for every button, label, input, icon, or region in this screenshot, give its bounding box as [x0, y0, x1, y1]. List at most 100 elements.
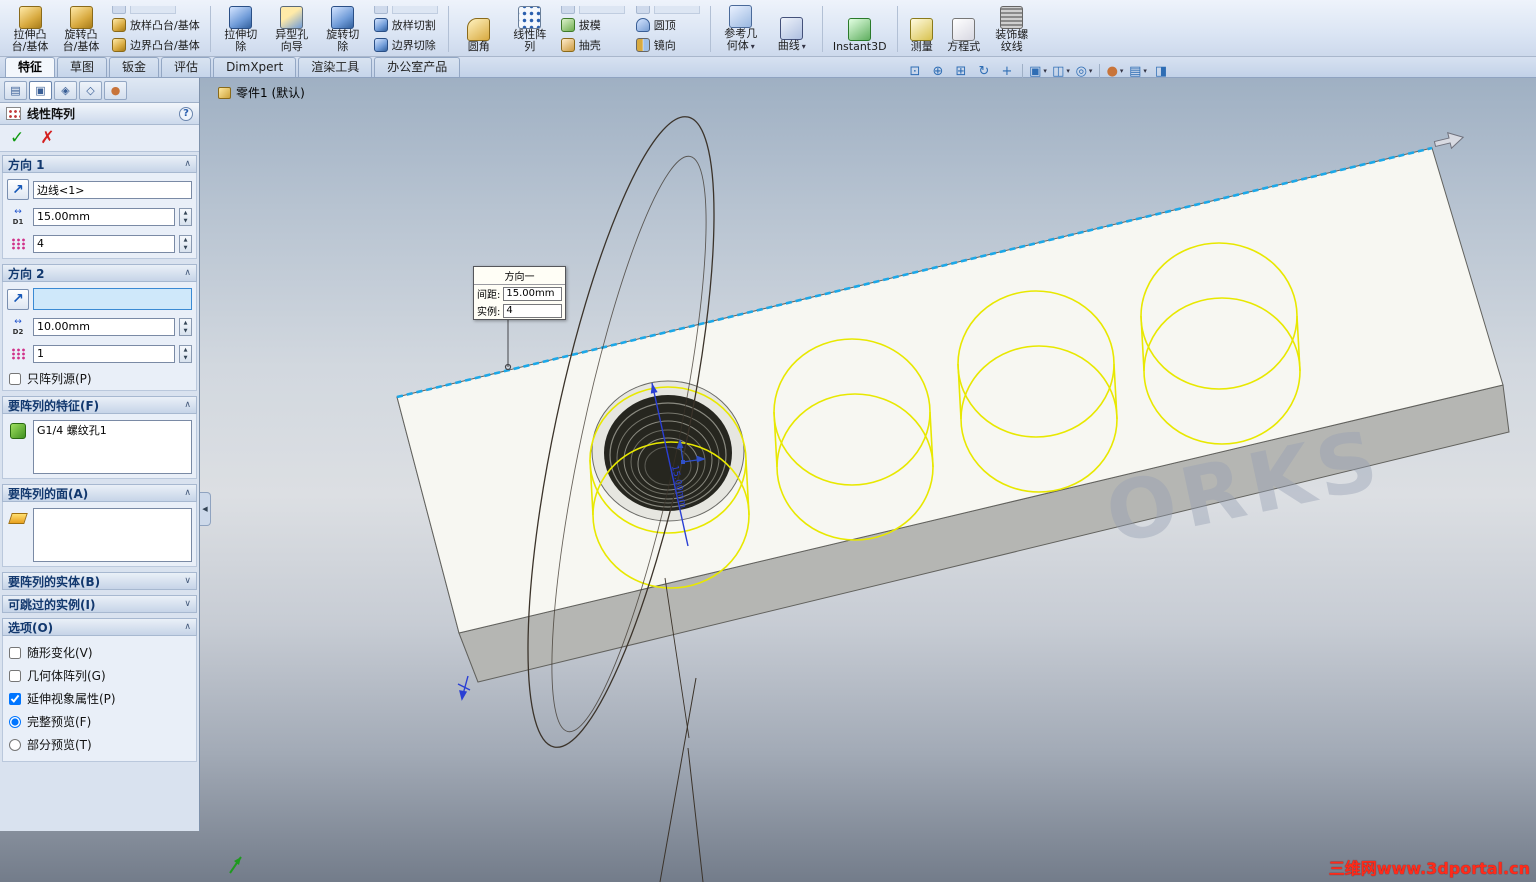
- spacing1-spinner[interactable]: ▲ ▼: [179, 207, 192, 226]
- help-icon[interactable]: ?: [179, 106, 193, 121]
- partial-preview-radio[interactable]: [9, 738, 21, 751]
- section-header-direction2[interactable]: 方向 2 ∧: [2, 264, 197, 282]
- partial-preview-option[interactable]: 部分预览(T): [9, 736, 190, 753]
- spacing2-field[interactable]: 10.00mm: [33, 317, 175, 336]
- zoom-fit-icon[interactable]: ⊡: [905, 62, 925, 81]
- section-header-bodies[interactable]: 要阵列的实体(B) ∨: [2, 572, 197, 590]
- spinner-down-icon: ▼: [183, 244, 188, 251]
- tab-dimxpert[interactable]: DimXpert: [213, 57, 297, 77]
- spinner-up-icon: ▲: [183, 319, 188, 326]
- features-list-item[interactable]: G1/4 螺纹孔1: [37, 422, 188, 438]
- extrude-boss-button[interactable]: 拉伸凸 台/基体: [6, 1, 54, 54]
- instance-count2-field[interactable]: 1: [33, 344, 175, 363]
- spacing1-field[interactable]: 15.00mm: [33, 207, 175, 226]
- featuremanager-tree-tab[interactable]: ▤: [4, 80, 27, 100]
- dome-button[interactable]: 圆顶: [632, 16, 704, 34]
- manager-tab-strip: ▤ ▣ ◈ ◇ ●: [0, 78, 199, 103]
- tab-sheet-metal[interactable]: 钣金: [109, 57, 160, 77]
- section-header-direction1[interactable]: 方向 1 ∧: [2, 155, 197, 173]
- propagate-visual-option[interactable]: 延伸视象属性(P): [9, 690, 190, 707]
- direction2-selector-icon[interactable]: ↗: [7, 288, 29, 310]
- view-orientation-icon[interactable]: ▣ ▾: [1028, 62, 1048, 81]
- panel-collapse-handle[interactable]: ◀: [200, 492, 211, 526]
- toolbar-separator: [1099, 63, 1100, 79]
- tab-evaluate[interactable]: 评估: [161, 57, 212, 77]
- mod-stack-1: 拔模 抽壳: [557, 1, 629, 54]
- propagate-visual-checkbox[interactable]: [9, 692, 21, 705]
- pattern-callout[interactable]: 方向一 间距: 15.00mm 实例: 4: [473, 266, 566, 320]
- tab-sketch[interactable]: 草图: [57, 57, 108, 77]
- revolve-boss-button[interactable]: 旋转凸 台/基体: [57, 1, 105, 54]
- display-manager-tab[interactable]: ●: [104, 80, 127, 100]
- property-manager-panel: ▤ ▣ ◈ ◇ ● 线性阵列 ? ✓ ✗ 方向 1 ∧ ↗ 边线<1> ↔ D1…: [0, 78, 200, 831]
- full-preview-radio[interactable]: [9, 715, 21, 728]
- spacing2-spinner[interactable]: ▲ ▼: [179, 317, 192, 336]
- hole-wizard-button[interactable]: 异型孔 向导: [268, 1, 316, 54]
- draft-button[interactable]: 拔模: [557, 16, 629, 34]
- section-header-faces[interactable]: 要阵列的面(A) ∧: [2, 484, 197, 502]
- property-manager-tab[interactable]: ▣: [29, 80, 52, 100]
- section-view-icon[interactable]: ◨: [1151, 62, 1171, 81]
- faces-list[interactable]: [33, 508, 192, 562]
- threaded-hole-feature[interactable]: [591, 380, 745, 522]
- equations-button[interactable]: 方程式: [943, 1, 985, 54]
- direction1-edge-field[interactable]: 边线<1>: [33, 180, 192, 199]
- shell-button[interactable]: 抽壳: [557, 36, 629, 54]
- direction1-selector-icon[interactable]: ↗: [7, 179, 29, 200]
- section-header-skip[interactable]: 可跳过的实例(I) ∨: [2, 595, 197, 613]
- count2-spinner[interactable]: ▲ ▼: [179, 344, 192, 363]
- vary-sketch-checkbox[interactable]: [9, 646, 21, 659]
- tab-office-products[interactable]: 办公室产品: [374, 57, 461, 77]
- display-style-icon[interactable]: ◫ ▾: [1051, 62, 1071, 81]
- measure-button[interactable]: 测量: [904, 1, 940, 54]
- cancel-button[interactable]: ✗: [40, 128, 54, 148]
- boundary-cut-button[interactable]: 边界切除: [370, 36, 442, 54]
- geometry-pattern-checkbox[interactable]: [9, 669, 21, 682]
- direction2-edge-field[interactable]: [33, 288, 192, 310]
- features-list[interactable]: G1/4 螺纹孔1: [33, 420, 192, 474]
- pattern-seed-only-option[interactable]: 只阵列源(P): [9, 370, 190, 387]
- callout-count-value[interactable]: 4: [503, 303, 562, 318]
- zoom-in-out-icon[interactable]: ⊞: [951, 62, 971, 81]
- configuration-manager-tab[interactable]: ◈: [54, 80, 77, 100]
- pattern-seed-only-checkbox[interactable]: [9, 372, 21, 385]
- revolve-cut-button[interactable]: 旋转切 除: [319, 1, 367, 54]
- ribbon-separator: [209, 6, 211, 52]
- zoom-area-icon[interactable]: ⊕: [928, 62, 948, 81]
- section-header-options[interactable]: 选项(O) ∧: [2, 618, 197, 636]
- vary-sketch-option[interactable]: 随形变化(V): [9, 644, 190, 661]
- direction1-arrow-icon[interactable]: [1433, 129, 1465, 151]
- linear-pattern-button[interactable]: 线性阵 列: [506, 1, 554, 54]
- tab-features[interactable]: 特征: [5, 57, 56, 77]
- edit-appearance-icon[interactable]: ● ▾: [1105, 62, 1125, 81]
- full-preview-option[interactable]: 完整预览(F): [9, 713, 190, 730]
- ok-button[interactable]: ✓: [10, 128, 24, 148]
- callout-spacing-value[interactable]: 15.00mm: [503, 286, 562, 301]
- chevron-up-icon: ∧: [184, 622, 191, 632]
- pan-icon[interactable]: +: [997, 62, 1017, 81]
- pm-actions: ✓ ✗: [0, 125, 199, 152]
- rotate-view-icon[interactable]: ↻: [974, 62, 994, 81]
- callout-title: 方向一: [474, 267, 565, 285]
- hide-show-items-icon[interactable]: ◎ ▾: [1074, 62, 1094, 81]
- loft-cut-button[interactable]: 放样切割: [370, 16, 442, 34]
- geometry-pattern-option[interactable]: 几何体阵列(G): [9, 667, 190, 684]
- cosmetic-thread-button[interactable]: 装饰螺 纹线: [988, 1, 1036, 54]
- apply-scene-icon[interactable]: ▤ ▾: [1128, 62, 1148, 81]
- commandmanager-tabbar: 特征 草图 钣金 评估 DimXpert 渲染工具 办公室产品: [0, 57, 1536, 78]
- loft-boss-button[interactable]: 放样凸台/基体: [108, 16, 204, 34]
- instance-count1-field[interactable]: 4: [33, 234, 175, 253]
- boundary-boss-button[interactable]: 边界凸台/基体: [108, 36, 204, 54]
- instant3d-button[interactable]: Instant3D: [829, 1, 891, 54]
- tab-render-tools[interactable]: 渲染工具: [298, 57, 373, 77]
- mirror-button[interactable]: 镜向: [632, 36, 704, 54]
- reference-geometry-button[interactable]: 参考几 何体 ▾: [717, 1, 765, 54]
- section-header-features[interactable]: 要阵列的特征(F) ∧: [2, 396, 197, 414]
- fillet-button[interactable]: 圆角: [455, 1, 503, 54]
- extrude-cut-button[interactable]: 拉伸切 除: [217, 1, 265, 54]
- count1-spinner[interactable]: ▲ ▼: [179, 234, 192, 253]
- dimxpert-manager-tab[interactable]: ◇: [79, 80, 102, 100]
- feature-tree-root[interactable]: 零件1 (默认): [218, 84, 305, 101]
- section-faces-to-pattern: 要阵列的面(A) ∧: [2, 484, 197, 567]
- curves-button[interactable]: 曲线 ▾: [768, 1, 816, 54]
